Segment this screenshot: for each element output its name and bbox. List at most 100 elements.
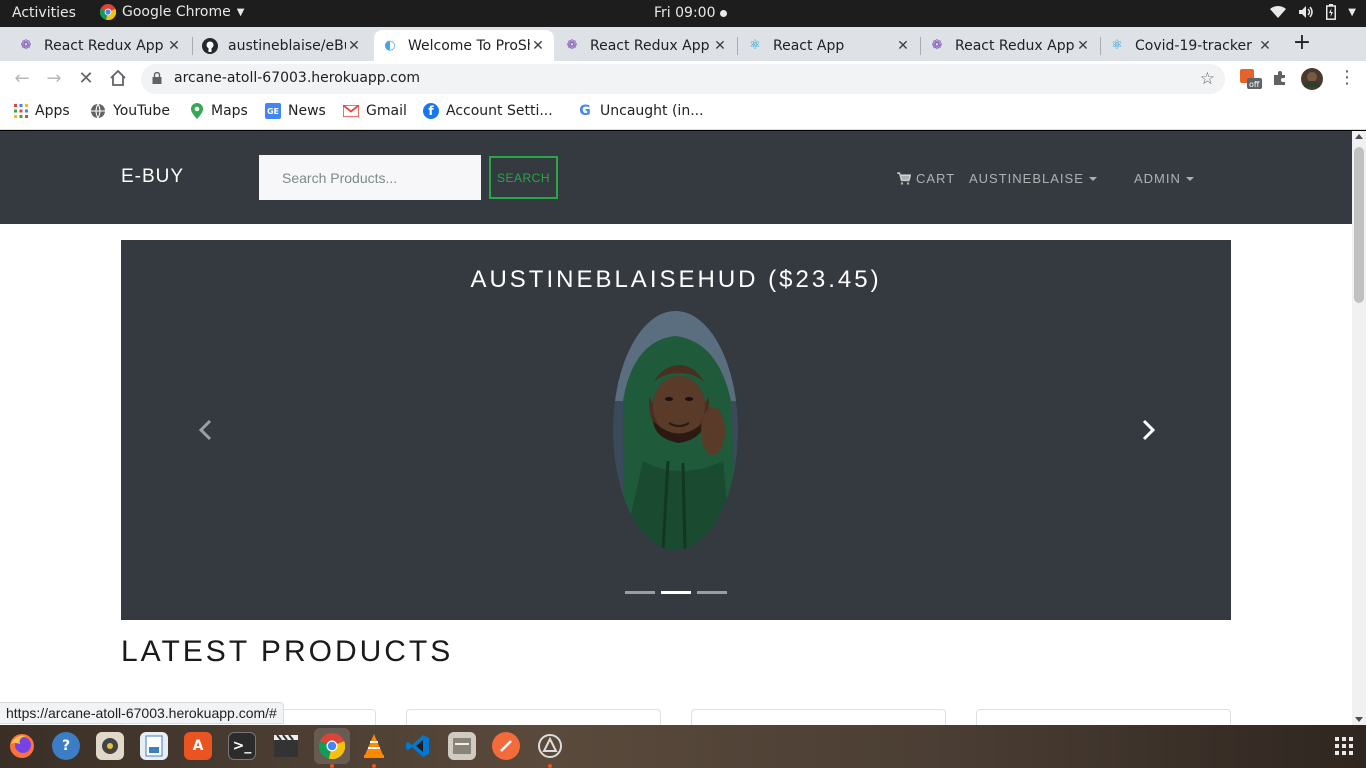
close-tab-icon[interactable]: ✕ [346, 38, 362, 54]
close-tab-icon[interactable]: ✕ [895, 38, 911, 54]
bookmark-label: Account Setti... [446, 103, 553, 119]
postman-icon[interactable] [492, 732, 520, 760]
system-top-bar: Activities Google Chrome ▼ Fri 09:00 ▼ [0, 0, 1366, 27]
files-icon[interactable] [448, 732, 476, 760]
bookmark-apps[interactable]: Apps [14, 103, 70, 119]
search-button[interactable]: SEARCH [489, 156, 558, 199]
user-menu-label: AUSTINEBLAISE [969, 171, 1084, 186]
chrome-dock-icon[interactable] [314, 728, 350, 764]
profile-avatar[interactable] [1301, 68, 1323, 94]
cart-link[interactable]: CART [897, 171, 955, 186]
firefox-icon[interactable] [8, 732, 36, 760]
carousel-caption[interactable]: AUSTINEBLAISEHUD ($23.45) [121, 266, 1231, 294]
tab-label: Welcome To ProShop [408, 37, 530, 54]
bookmark-news[interactable]: GE News [265, 103, 326, 119]
carousel-indicator[interactable] [625, 591, 655, 594]
product-carousel: AUSTINEBLAISEHUD ($23.45) [121, 240, 1231, 620]
close-tab-icon[interactable]: ✕ [1075, 38, 1091, 54]
software-updater-icon[interactable] [536, 732, 564, 760]
tab-separator [192, 37, 193, 55]
product-card[interactable] [406, 709, 661, 725]
clock[interactable]: Fri 09:00 [654, 5, 728, 21]
tab-react-redux-app-2[interactable]: ❁ React Redux App ✕ [556, 30, 736, 61]
news-icon: GE [265, 103, 281, 119]
chrome-icon [100, 4, 116, 20]
document-viewer-icon[interactable] [140, 732, 168, 760]
activities-button[interactable]: Activities [12, 5, 76, 21]
bookmark-maps[interactable]: Maps [190, 103, 248, 119]
carousel-indicator[interactable] [697, 591, 727, 594]
bookmark-label: YouTube [113, 103, 170, 119]
github-icon [202, 37, 218, 54]
bookmark-label: Maps [211, 103, 248, 119]
bookmark-star-icon[interactable]: ☆ [1200, 69, 1215, 89]
home-button[interactable] [108, 69, 128, 89]
product-card[interactable] [691, 709, 946, 725]
tab-label: React Redux App [44, 37, 164, 54]
tab-label: Covid-19-tracker app [1135, 37, 1257, 54]
volume-icon [1299, 6, 1314, 18]
close-tab-icon[interactable]: ✕ [1257, 38, 1273, 54]
show-applications-icon[interactable] [1335, 737, 1353, 755]
help-icon[interactable]: ? [52, 732, 80, 760]
software-center-icon[interactable]: A [184, 732, 212, 760]
bookmark-account-settings[interactable]: f Account Setti... [423, 103, 553, 119]
dropdown-caret-icon [1088, 176, 1097, 181]
bookmark-gmail[interactable]: Gmail [343, 103, 407, 119]
bookmark-youtube[interactable]: YouTube [90, 103, 170, 119]
carousel-indicator-active[interactable] [661, 591, 691, 594]
vscode-icon[interactable] [404, 732, 432, 760]
product-card[interactable] [976, 709, 1231, 725]
redux-icon: ❁ [931, 38, 943, 53]
tab-separator [737, 37, 738, 55]
app-menu[interactable]: Google Chrome ▼ [100, 4, 244, 20]
vlc-icon[interactable] [360, 732, 388, 760]
forward-button[interactable]: → [44, 69, 64, 89]
new-tab-button[interactable]: + [1290, 32, 1314, 56]
bookmark-label: News [288, 103, 326, 119]
address-bar[interactable]: arcane-atoll-67003.herokuapp.com ☆ [141, 64, 1225, 94]
browser-toolbar: ← → ✕ arcane-atoll-67003.herokuapp.com ☆… [0, 61, 1366, 97]
close-tab-icon[interactable]: ✕ [712, 38, 728, 54]
close-tab-icon[interactable]: ✕ [166, 38, 182, 54]
tab-react-redux-app-3[interactable]: ❁ React Redux App ✕ [921, 30, 1099, 61]
maps-pin-icon [191, 103, 203, 119]
page-scrollbar[interactable] [1352, 131, 1366, 725]
dropdown-caret-icon [1185, 176, 1194, 181]
admin-menu-label: ADMIN [1134, 171, 1181, 186]
close-tab-icon[interactable]: ✕ [530, 38, 546, 54]
search-input[interactable] [259, 155, 481, 200]
stop-loading-button[interactable]: ✕ [76, 69, 96, 89]
tab-github[interactable]: austineblaise/eBuy ✕ [194, 30, 370, 61]
bookmark-uncaught[interactable]: G Uncaught (in... [577, 103, 703, 119]
carousel-product-image[interactable] [613, 311, 738, 550]
site-brand[interactable]: E-BUY [121, 166, 184, 188]
home-icon [110, 69, 126, 86]
carousel-prev-icon[interactable] [196, 418, 216, 442]
tab-covid-tracker[interactable]: ⚛ Covid-19-tracker app ✕ [1101, 30, 1281, 61]
scroll-up-icon[interactable] [1355, 134, 1363, 139]
terminal-icon[interactable]: >_ [228, 732, 256, 760]
back-button[interactable]: ← [12, 69, 32, 89]
tab-react-redux-app-1[interactable]: ❁ React Redux App ✕ [10, 30, 190, 61]
bookmarks-bar: Apps YouTube Maps GE News Gmail f Accoun… [0, 97, 1366, 130]
extensions-puzzle-icon[interactable] [1272, 70, 1288, 90]
video-editor-icon[interactable] [272, 732, 300, 760]
running-indicator [548, 764, 552, 768]
carousel-next-icon[interactable] [1138, 418, 1158, 442]
chrome-menu-icon[interactable]: ⋮ [1338, 67, 1356, 88]
extension-off-icon[interactable]: off [1240, 69, 1262, 95]
tab-react-app[interactable]: ⚛ React App ✕ [739, 30, 919, 61]
redux-icon: ❁ [20, 38, 32, 53]
youtube-globe-icon [91, 103, 105, 119]
site-navbar: E-BUY SEARCH CART AUSTINEBLAISE ADMIN [0, 131, 1352, 224]
facebook-icon: f [423, 103, 439, 119]
tab-proshop[interactable]: ◐ Welcome To ProShop ✕ [374, 30, 554, 61]
system-tray[interactable]: ▼ [1270, 4, 1356, 20]
gmail-icon [343, 105, 359, 117]
scroll-down-icon[interactable] [1355, 717, 1363, 722]
scrollbar-thumb[interactable] [1354, 147, 1364, 303]
user-menu-dropdown[interactable]: AUSTINEBLAISE [969, 171, 1097, 186]
rhythmbox-icon[interactable] [96, 732, 124, 760]
admin-menu-dropdown[interactable]: ADMIN [1134, 171, 1194, 186]
